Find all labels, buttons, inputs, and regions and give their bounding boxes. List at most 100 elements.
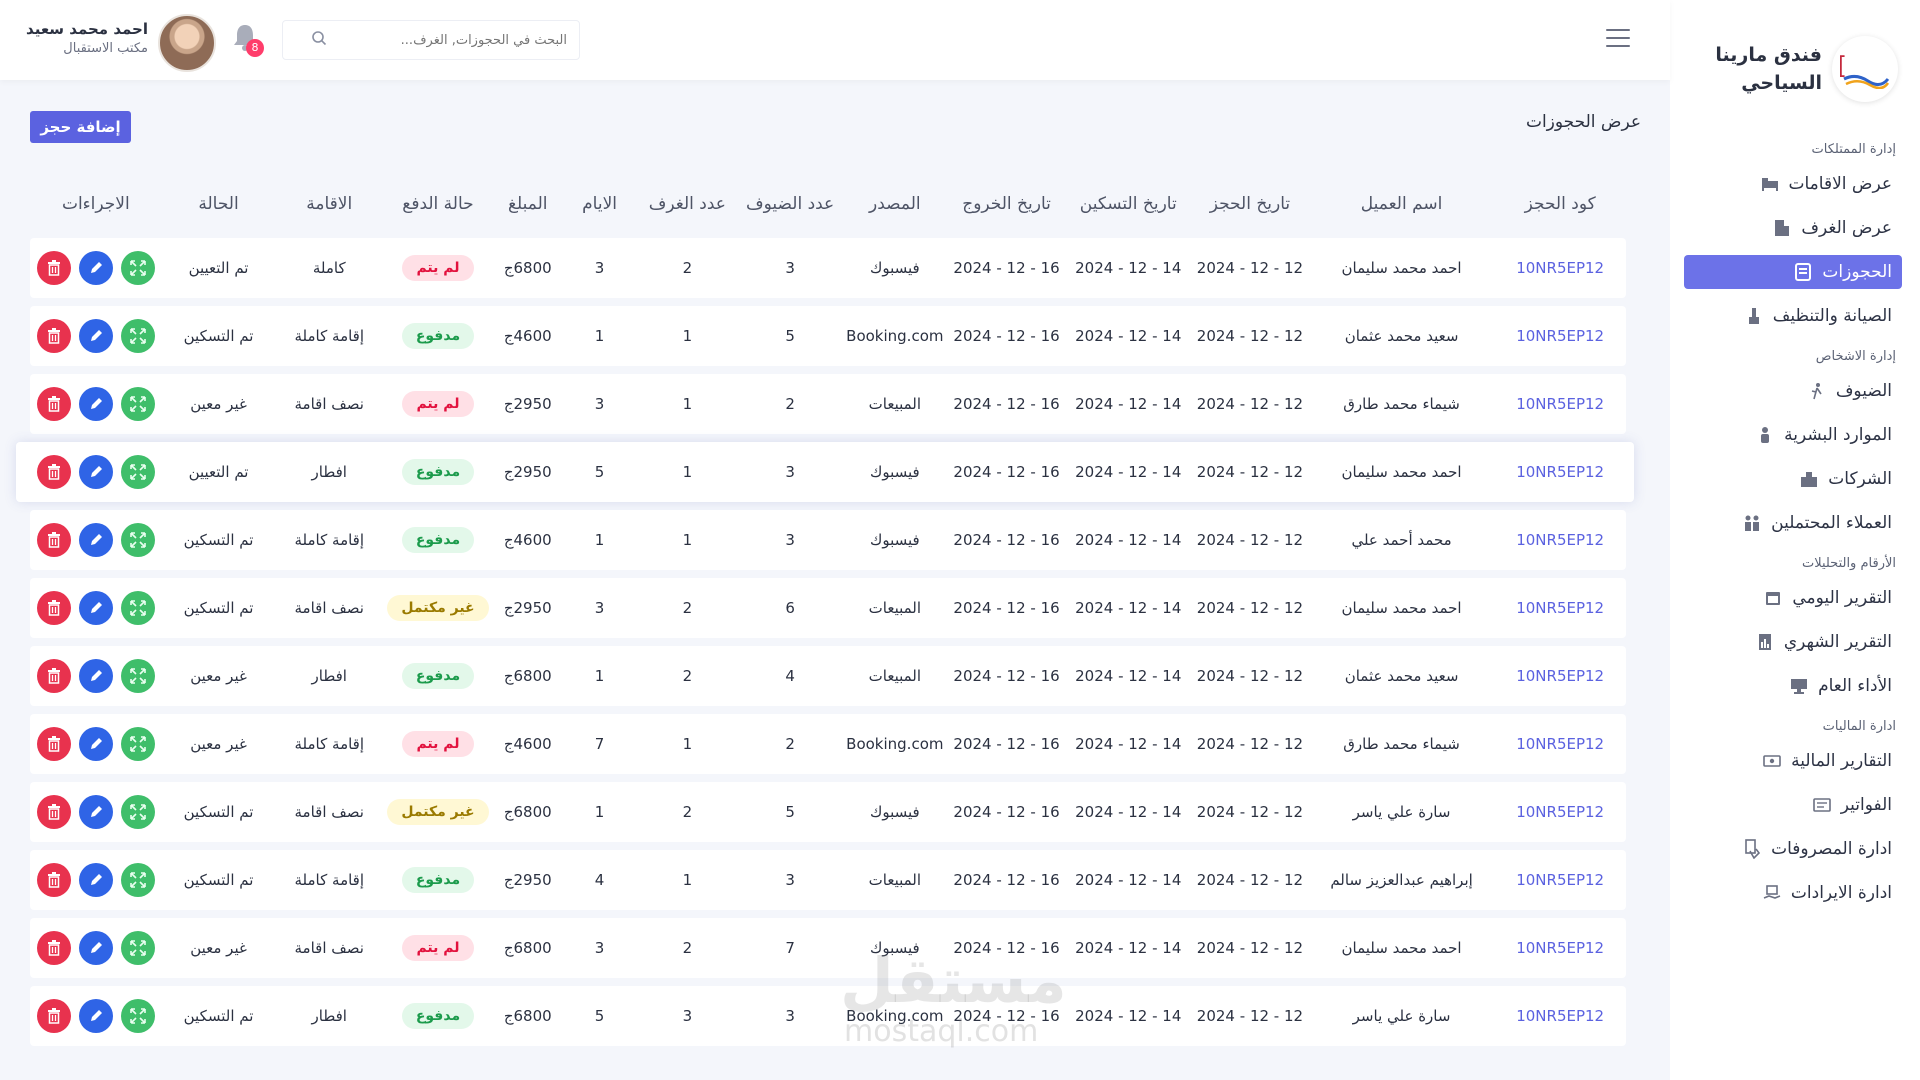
sidebar-item[interactable]: الموارد البشرية bbox=[1684, 418, 1902, 452]
edit-icon[interactable] bbox=[78, 387, 113, 421]
booking-code-cell[interactable]: 10NR5EP12 bbox=[1494, 463, 1626, 481]
search-box[interactable] bbox=[282, 20, 580, 60]
view-icon[interactable] bbox=[120, 251, 155, 285]
edit-icon[interactable] bbox=[78, 727, 113, 761]
delete-icon[interactable] bbox=[36, 523, 71, 557]
edit-icon[interactable] bbox=[78, 591, 113, 625]
delete-icon[interactable] bbox=[36, 931, 71, 965]
table-row[interactable]: 10NR5EP12 سعيد محمد عثمان 12 - 12 - 2024 14… bbox=[30, 646, 1626, 706]
table-row[interactable]: 10NR5EP12 إبراهيم عبدالعزيز سالم 12 - 12 -… bbox=[30, 850, 1626, 910]
table-row[interactable]: 10NR5EP12 سعيد محمد عثمان 12 - 12 - 2024 14… bbox=[30, 306, 1626, 366]
stay-type-cell: إقامة كاملة bbox=[294, 735, 365, 753]
sidebar-item[interactable]: التقارير المالية bbox=[1684, 744, 1902, 778]
sidebar-item[interactable]: الضيوف bbox=[1684, 374, 1902, 408]
view-icon[interactable] bbox=[120, 455, 155, 489]
sidebar-item[interactable]: ادارة المصروفات bbox=[1684, 832, 1902, 866]
view-icon[interactable] bbox=[120, 319, 155, 353]
sidebar-item[interactable]: عرض الغرف bbox=[1684, 211, 1902, 245]
notifications-button[interactable]: 8 bbox=[232, 22, 264, 57]
nav-section-title: إدارة الممتلكات bbox=[1811, 142, 1896, 157]
edit-icon[interactable] bbox=[78, 795, 113, 829]
view-icon[interactable] bbox=[120, 999, 155, 1033]
view-icon[interactable] bbox=[120, 795, 155, 829]
sidebar-item[interactable]: التقرير اليومي bbox=[1684, 581, 1902, 615]
sidebar-item[interactable]: الأداء العام bbox=[1684, 669, 1902, 703]
edit-icon[interactable] bbox=[78, 319, 113, 353]
view-icon[interactable] bbox=[120, 523, 155, 557]
booking-code-cell[interactable]: 10NR5EP12 bbox=[1494, 395, 1626, 413]
edit-icon[interactable] bbox=[78, 455, 113, 489]
booking-code-cell[interactable]: 10NR5EP12 bbox=[1494, 1007, 1626, 1025]
customer-name-cell: سارة علي ياسر bbox=[1352, 803, 1451, 821]
delete-icon[interactable] bbox=[36, 591, 71, 625]
booking-code-cell[interactable]: 10NR5EP12 bbox=[1494, 599, 1626, 617]
view-icon[interactable] bbox=[120, 931, 155, 965]
view-icon[interactable] bbox=[120, 591, 155, 625]
days-count-cell: 7 bbox=[594, 735, 605, 753]
table-row[interactable]: 10NR5EP12 احمد محمد سليمان 12 - 12 - 2024 1… bbox=[16, 442, 1634, 502]
customer-name-cell: احمد محمد سليمان bbox=[1341, 259, 1462, 277]
avatar[interactable] bbox=[158, 14, 216, 72]
booking-code-cell[interactable]: 10NR5EP12 bbox=[1494, 667, 1626, 685]
table-row[interactable]: 10NR5EP12 سارة علي ياسر 12 - 12 - 2024 14 -… bbox=[30, 986, 1626, 1046]
booking-code-cell[interactable]: 10NR5EP12 bbox=[1494, 531, 1626, 549]
sidebar-item[interactable]: الفواتير bbox=[1684, 788, 1902, 822]
sidebar-item-label: التقارير المالية bbox=[1791, 751, 1892, 771]
sidebar-item[interactable]: العملاء المحتملين bbox=[1684, 506, 1902, 540]
delete-icon[interactable] bbox=[36, 795, 71, 829]
broom-icon bbox=[1745, 307, 1763, 325]
booking-code-cell[interactable]: 10NR5EP12 bbox=[1494, 259, 1626, 277]
edit-icon[interactable] bbox=[78, 659, 113, 693]
payment-status-badge: لم يتم bbox=[402, 255, 474, 281]
delete-icon[interactable] bbox=[36, 659, 71, 693]
add-booking-button[interactable]: إضافة حجز bbox=[30, 111, 131, 143]
table-row[interactable]: 10NR5EP12 شيماء محمد طارق 12 - 12 - 2024 14… bbox=[30, 714, 1626, 774]
sidebar-item[interactable]: التقرير الشهري bbox=[1684, 625, 1902, 659]
delete-icon[interactable] bbox=[36, 251, 71, 285]
brand[interactable]: M فندق مارينا السياحي bbox=[1684, 36, 1902, 102]
table-row[interactable]: 10NR5EP12 احمد محمد سليمان 12 - 12 - 2024 1… bbox=[30, 918, 1626, 978]
delete-icon[interactable] bbox=[36, 727, 71, 761]
view-icon[interactable] bbox=[120, 727, 155, 761]
delete-icon[interactable] bbox=[36, 387, 71, 421]
view-icon[interactable] bbox=[120, 863, 155, 897]
delete-icon[interactable] bbox=[36, 319, 71, 353]
delete-icon[interactable] bbox=[36, 999, 71, 1033]
table-row[interactable]: 10NR5EP12 سارة علي ياسر 12 - 12 - 2024 14 -… bbox=[30, 782, 1626, 842]
checkout-date-cell: 16 - 12 - 2024 bbox=[953, 599, 1060, 617]
payment-status-badge: لم يتم bbox=[402, 731, 474, 757]
sidebar-item[interactable]: ادارة الايرادات bbox=[1684, 876, 1902, 910]
stay-type-cell: نصف اقامة bbox=[294, 395, 364, 413]
edit-icon[interactable] bbox=[78, 863, 113, 897]
booking-code-cell[interactable]: 10NR5EP12 bbox=[1494, 735, 1626, 753]
user-info[interactable]: احمد محمد سعيد مكتب الاستقبال bbox=[24, 20, 148, 56]
notification-badge: 8 bbox=[246, 39, 264, 57]
edit-icon[interactable] bbox=[78, 999, 113, 1033]
view-icon[interactable] bbox=[120, 659, 155, 693]
booking-code-cell[interactable]: 10NR5EP12 bbox=[1494, 803, 1626, 821]
booking-code-cell[interactable]: 10NR5EP12 bbox=[1494, 327, 1626, 345]
sidebar-item[interactable]: الصيانة والتنظيف bbox=[1684, 299, 1902, 333]
customer-name-cell: إبراهيم عبدالعزيز سالم bbox=[1330, 871, 1473, 889]
edit-icon[interactable] bbox=[78, 931, 113, 965]
search-input[interactable] bbox=[327, 32, 567, 48]
delete-icon[interactable] bbox=[36, 455, 71, 489]
sidebar-item[interactable]: الحجوزات bbox=[1684, 255, 1902, 289]
booking-code-cell[interactable]: 10NR5EP12 bbox=[1494, 871, 1626, 889]
table-row[interactable]: 10NR5EP12 احمد محمد سليمان 12 - 12 - 2024 1… bbox=[30, 238, 1626, 298]
bed-icon bbox=[1761, 175, 1779, 193]
menu-toggle-icon[interactable] bbox=[1606, 29, 1630, 49]
booking-code-cell[interactable]: 10NR5EP12 bbox=[1494, 939, 1626, 957]
table-row[interactable]: 10NR5EP12 محمد أحمد علي 12 - 12 - 2024 14 -… bbox=[30, 510, 1626, 570]
sidebar-item[interactable]: الشركات bbox=[1684, 462, 1902, 496]
table-row[interactable]: 10NR5EP12 شيماء محمد طارق 12 - 12 - 2024 14… bbox=[30, 374, 1626, 434]
edit-icon[interactable] bbox=[78, 251, 113, 285]
table-row[interactable]: 10NR5EP12 احمد محمد سليمان 12 - 12 - 2024 1… bbox=[30, 578, 1626, 638]
rooms-count-cell: 1 bbox=[682, 735, 693, 753]
edit-icon[interactable] bbox=[78, 523, 113, 557]
amount-cell: 2950ج bbox=[503, 599, 552, 617]
delete-icon[interactable] bbox=[36, 863, 71, 897]
view-icon[interactable] bbox=[120, 387, 155, 421]
sidebar-item[interactable]: عرض الاقامات bbox=[1684, 167, 1902, 201]
sidebar-item-label: الحجوزات bbox=[1822, 262, 1892, 282]
